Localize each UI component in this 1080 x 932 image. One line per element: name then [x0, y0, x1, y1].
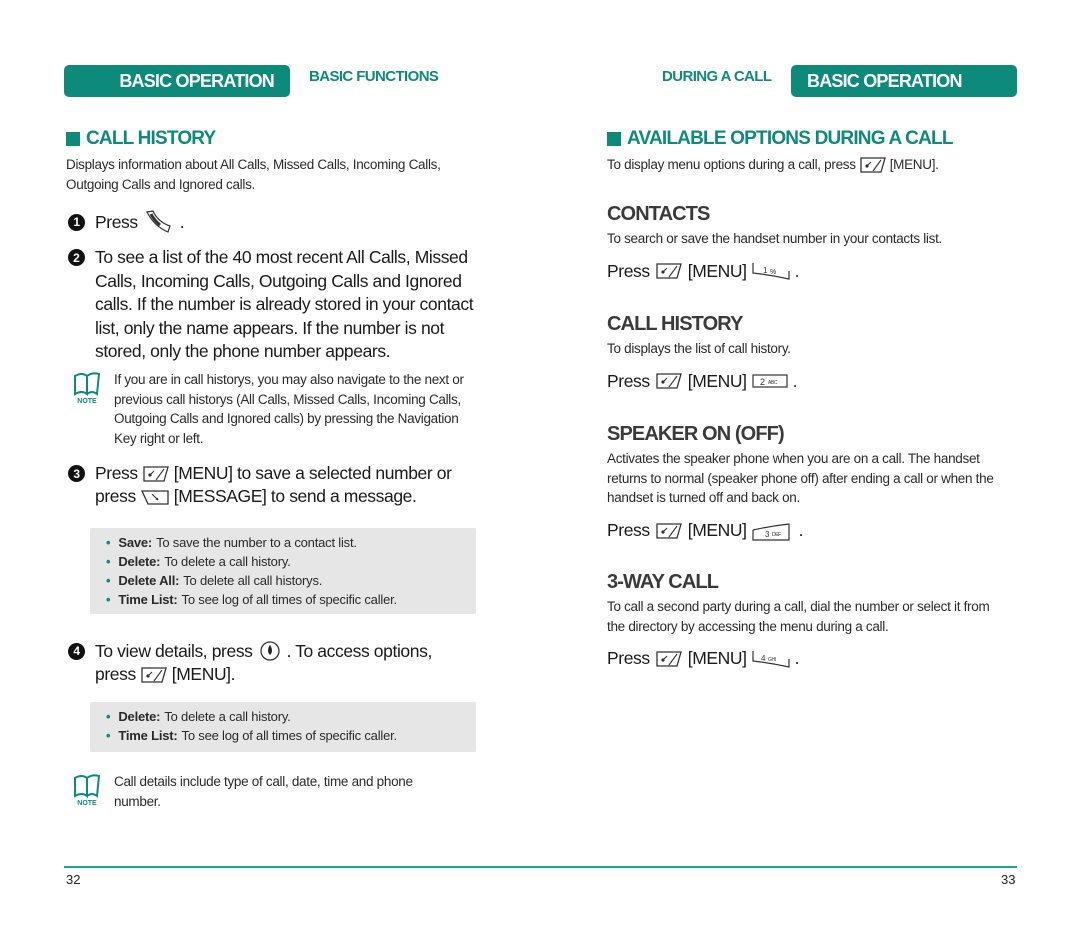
- menu-label: [MENU]: [687, 260, 747, 281]
- press-text: Press: [607, 648, 650, 668]
- press-text: press: [95, 486, 136, 506]
- option-delete-all: • Delete All: To delete all call historys.: [106, 573, 323, 588]
- key-2-icon: 2 ABC: [751, 374, 788, 388]
- menu-key-icon: [655, 522, 683, 540]
- period: .: [794, 260, 800, 281]
- call-history-title: CALL HISTORY: [66, 128, 216, 150]
- menu-key-icon: [655, 262, 683, 280]
- intro-text: To display menu options during a call, p…: [607, 157, 856, 172]
- press-text: Press: [95, 463, 138, 483]
- option-delete: • Delete: To delete a call history.: [106, 554, 291, 569]
- menu-options-box: • Save: To save the number to a contact li…: [90, 528, 476, 614]
- intro-menu-text: [MENU].: [889, 157, 939, 172]
- section-speaker: SPEAKER ON (OFF) Activates the speaker p…: [607, 423, 1007, 542]
- period: .: [792, 370, 798, 391]
- svg-text:2: 2: [760, 377, 765, 387]
- svg-text:GHI: GHI: [768, 657, 776, 663]
- note-1-text: If you are in call historys, you may als…: [114, 372, 464, 446]
- note-book-icon: [72, 772, 102, 806]
- svg-text:ABC: ABC: [768, 380, 778, 386]
- square-bullet-icon: [607, 132, 621, 146]
- section-3-way-call: 3-WAY CALL To call a second party during…: [607, 571, 1007, 669]
- page-number-right: 33: [1001, 872, 1016, 887]
- section-heading: CALL HISTORY: [607, 313, 743, 335]
- message-key-icon: [140, 488, 170, 506]
- section-tab-during-a-call: DURING A CALL: [662, 68, 772, 85]
- option-save: • Save: To save the number to a contact li…: [106, 535, 357, 550]
- section-call-history: CALL HISTORY To displays the list of cal…: [607, 313, 798, 392]
- available-options-intro: To display menu options during a call, p…: [607, 155, 939, 175]
- section-tab-basic-functions: BASIC FUNCTIONS: [309, 68, 439, 85]
- option-time-list: • Time List: To see log of all times of sp…: [106, 592, 397, 607]
- section-desc: To displays the list of call history.: [607, 341, 791, 356]
- note-1: If you are in call historys, you may als…: [72, 370, 474, 448]
- option-delete: • Delete: To delete a call history.: [106, 709, 291, 724]
- period: .: [798, 520, 804, 540]
- menu-key-icon: [140, 666, 168, 684]
- tab-label: BASIC OPERATION: [119, 70, 274, 91]
- press-text: Press: [95, 211, 138, 232]
- step-3-line-1: [MENU] to save a selected number or: [173, 463, 452, 483]
- send-key-icon: [145, 210, 171, 233]
- section-desc: To call a second party during a call, di…: [607, 599, 990, 634]
- title-text: CALL HISTORY: [86, 128, 216, 149]
- step-number-4: 4: [68, 642, 85, 660]
- step-3-line-2: [MESSAGE] to send a message.: [173, 486, 417, 506]
- section-desc: To search or save the handset number in …: [607, 231, 942, 246]
- menu-label: [MENU]: [687, 648, 747, 668]
- press-text: Press: [607, 520, 650, 540]
- step-number-3: 3: [68, 465, 85, 482]
- svg-text:4: 4: [761, 654, 766, 663]
- square-bullet-icon: [66, 132, 80, 146]
- section-desc: Activates the speaker phone when you are…: [607, 451, 994, 505]
- svg-text:DEF: DEF: [772, 532, 781, 538]
- menu-key-icon: [655, 372, 683, 390]
- note-2: Call details include type of call, date,…: [72, 772, 444, 811]
- title-text: AVAILABLE OPTIONS DURING A CALL: [627, 128, 953, 149]
- ok-key-icon: [259, 641, 280, 661]
- tab-label: BASIC OPERATION: [807, 70, 962, 91]
- section-heading: 3-WAY CALL: [607, 571, 719, 593]
- step-4-line-2: [MENU].: [171, 664, 236, 684]
- step-4-line-1-post: . To access options,: [286, 640, 433, 661]
- period: .: [179, 211, 185, 232]
- section-heading: SPEAKER ON (OFF): [607, 423, 785, 445]
- section-tab-basic-operation-right: BASIC OPERATION: [791, 65, 1017, 97]
- menu-key-icon: [142, 465, 170, 483]
- step-4: 4 To view details, press . To access opt…: [68, 640, 432, 685]
- page-number-left: 32: [66, 872, 81, 887]
- svg-text:1: 1: [763, 266, 768, 275]
- step-4-line-1-pre: To view details, press: [95, 640, 253, 661]
- key-4-icon: 4 GHI: [751, 650, 790, 668]
- menu-label: [MENU]: [687, 520, 747, 540]
- section-heading: CONTACTS: [607, 203, 710, 225]
- step-number-2: 2: [68, 249, 85, 266]
- details-options-box: • Delete: To delete a call history. • Time …: [90, 702, 476, 752]
- section-contacts: CONTACTS To search or save the handset n…: [607, 203, 942, 282]
- menu-key-icon: [655, 650, 683, 668]
- step-3: 3 Press [MENU] to save a selected number…: [68, 463, 452, 507]
- step-1: 1 Press .: [68, 208, 185, 236]
- press-text: press: [95, 664, 136, 684]
- press-text: Press: [607, 260, 650, 281]
- press-text: Press: [607, 370, 650, 391]
- period: .: [794, 648, 800, 668]
- section-tab-basic-operation-left: BASIC OPERATION: [64, 65, 290, 97]
- key-1-icon: 1 %: [751, 263, 790, 280]
- key-3-icon: 3 DEF: [751, 522, 790, 541]
- step-2-text: To see a list of the 40 most recent All …: [95, 247, 474, 361]
- menu-key-icon: [859, 156, 887, 174]
- svg-text:%: %: [770, 269, 776, 276]
- note-2-text: Call details include type of call, date,…: [114, 774, 413, 809]
- menu-label: [MENU]: [687, 370, 747, 391]
- call-history-intro: Displays information about All Calls, Mi…: [66, 157, 441, 192]
- option-time-list: • Time List: To see log of all times of sp…: [106, 728, 397, 743]
- note-book-icon: [72, 370, 102, 404]
- available-options-title: AVAILABLE OPTIONS DURING A CALL: [607, 128, 953, 150]
- step-2: 2 To see a list of the 40 most recent Al…: [68, 246, 475, 364]
- step-number-1: 1: [68, 213, 85, 231]
- footer-rule: [64, 866, 1017, 868]
